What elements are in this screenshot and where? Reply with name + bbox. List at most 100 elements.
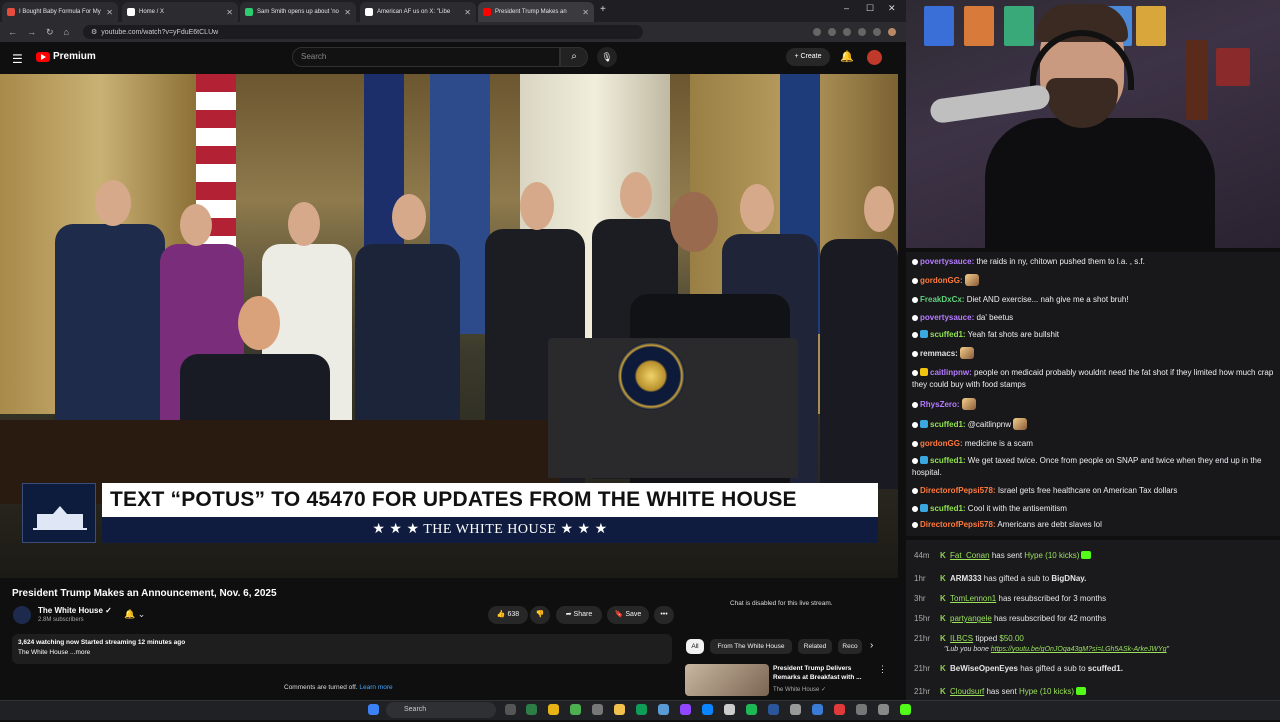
minimize-button[interactable]: – bbox=[844, 3, 849, 13]
chat-username[interactable]: gordonGG: bbox=[920, 439, 963, 448]
tab-close-icon[interactable]: ✕ bbox=[464, 8, 471, 17]
chat-username[interactable]: FreakDxCx: bbox=[920, 295, 964, 304]
taskbar-app-icon[interactable] bbox=[526, 704, 537, 715]
chat-username[interactable]: scuffed1: bbox=[930, 456, 966, 465]
browser-tab[interactable]: American AF us on X: "Libe ✕ bbox=[360, 2, 476, 22]
save-button[interactable]: 🔖 Save bbox=[607, 606, 649, 624]
edge-icon[interactable] bbox=[702, 704, 713, 715]
chat-username[interactable]: scuffed1: bbox=[930, 420, 966, 429]
chip-recommended[interactable]: Reco bbox=[838, 639, 862, 654]
event-username[interactable]: ILBCS bbox=[950, 634, 973, 643]
taskbar-app-icon[interactable] bbox=[834, 704, 845, 715]
taskbar-app-icon[interactable] bbox=[878, 704, 889, 715]
recommended-channel[interactable]: The White House ✓ bbox=[773, 686, 826, 693]
more-actions-button[interactable]: ••• bbox=[654, 606, 674, 624]
event-username[interactable]: partyangele bbox=[950, 614, 992, 623]
chat-username[interactable]: scuffed1: bbox=[930, 330, 966, 339]
taskbar-app-icon[interactable] bbox=[570, 704, 581, 715]
chat-username[interactable]: scuffed1: bbox=[930, 504, 966, 513]
emote-icon bbox=[1013, 418, 1028, 430]
event-username[interactable]: TomLennon1 bbox=[950, 594, 996, 603]
search-icon[interactable]: ⌕ bbox=[560, 47, 588, 67]
extension-icon[interactable] bbox=[843, 28, 851, 36]
event-recipient[interactable]: scuffed1. bbox=[1088, 664, 1123, 673]
chat-username[interactable]: caitlinpnw: bbox=[930, 368, 972, 377]
event-username[interactable]: ARM333 bbox=[950, 574, 982, 583]
start-icon[interactable] bbox=[368, 704, 379, 715]
notifications-bell-icon[interactable]: 🔔 bbox=[840, 50, 854, 63]
chat-username[interactable]: remmacs: bbox=[920, 349, 958, 358]
task-view-icon[interactable] bbox=[505, 704, 516, 715]
extension-icon[interactable] bbox=[858, 28, 866, 36]
search-input[interactable]: Search bbox=[292, 47, 560, 67]
chat-username[interactable]: RhysZero: bbox=[920, 400, 960, 409]
tab-close-icon[interactable]: ✕ bbox=[106, 8, 113, 17]
recommended-thumbnail[interactable] bbox=[685, 664, 769, 696]
chat-username[interactable]: povertysauce: bbox=[920, 257, 974, 266]
event-username[interactable]: Cloudsurf bbox=[950, 687, 984, 696]
chip-all[interactable]: All bbox=[686, 639, 704, 654]
file-explorer-icon[interactable] bbox=[614, 704, 625, 715]
url-field[interactable]: ⚙ youtube.com/watch?v=yFduE6tCLUw bbox=[82, 25, 643, 39]
youtube-premium-logo[interactable]: Premium bbox=[36, 51, 96, 62]
extension-icon[interactable] bbox=[813, 28, 821, 36]
account-avatar[interactable] bbox=[867, 50, 882, 65]
taskbar-app-icon[interactable] bbox=[856, 704, 867, 715]
taskbar-app-icon[interactable] bbox=[592, 704, 603, 715]
chat-username[interactable]: DirectorofPepsi578: bbox=[920, 520, 996, 529]
subscription-bell-icon[interactable]: 🔔 ⌄ bbox=[124, 609, 145, 620]
taskbar-app-icon[interactable] bbox=[680, 704, 691, 715]
extension-icon[interactable] bbox=[828, 28, 836, 36]
profile-icon[interactable] bbox=[888, 28, 896, 36]
like-button[interactable]: 👍 638 bbox=[488, 606, 528, 624]
close-window-button[interactable]: ✕ bbox=[888, 3, 896, 14]
forward-icon[interactable]: → bbox=[27, 27, 36, 38]
chip-from-channel[interactable]: From The White House bbox=[710, 639, 792, 654]
chat-username[interactable]: povertysauce: bbox=[920, 313, 974, 322]
description-box[interactable]: 3,624 watching now Started streaming 12 … bbox=[12, 634, 672, 664]
browser-tab[interactable]: Home / X ✕ bbox=[122, 2, 238, 22]
channel-avatar[interactable] bbox=[13, 606, 31, 624]
dislike-button[interactable]: 👎 bbox=[530, 606, 550, 624]
channel-name[interactable]: The White House ✓ bbox=[38, 606, 112, 615]
tip-message-link[interactable]: https://youtu.be/gOnJOqa43gM?si=LGh5ASk-… bbox=[991, 646, 1167, 653]
taskbar-search[interactable]: Search bbox=[386, 702, 496, 718]
taskbar-app-icon[interactable] bbox=[636, 704, 647, 715]
site-info-icon[interactable]: ⚙ bbox=[91, 28, 97, 36]
new-tab-button[interactable]: + bbox=[600, 4, 606, 15]
person-head bbox=[95, 180, 131, 226]
chips-next-icon[interactable]: › bbox=[870, 640, 873, 651]
recommended-menu-icon[interactable]: ⋮ bbox=[878, 664, 887, 675]
tab-close-icon[interactable]: ✕ bbox=[226, 8, 233, 17]
tab-close-icon[interactable]: ✕ bbox=[344, 8, 351, 17]
event-recipient[interactable]: BigDNay. bbox=[1051, 574, 1086, 583]
taskbar-app-icon[interactable] bbox=[812, 704, 823, 715]
recommended-title[interactable]: President Trump Delivers Remarks at Brea… bbox=[773, 664, 873, 682]
home-icon[interactable]: ⌂ bbox=[64, 27, 69, 38]
taskbar-app-icon[interactable] bbox=[724, 704, 735, 715]
create-button[interactable]: + Create bbox=[786, 48, 830, 66]
event-username[interactable]: BeWiseOpenEyes bbox=[950, 664, 1018, 673]
share-button[interactable]: ➦ Share bbox=[556, 606, 602, 624]
browser-tab[interactable]: I Bought Baby Formula For My ✕ bbox=[2, 2, 118, 22]
browser-tab[interactable]: Sam Smith opens up about 'no ✕ bbox=[240, 2, 356, 22]
microphone-icon[interactable]: 🎙 bbox=[597, 47, 617, 67]
event-username[interactable]: Fat_Conan bbox=[950, 551, 990, 560]
kick-icon[interactable] bbox=[900, 704, 911, 715]
chip-related[interactable]: Related bbox=[798, 639, 832, 654]
learn-more-link[interactable]: Learn more bbox=[359, 684, 392, 691]
chat-username[interactable]: DirectorofPepsi578: bbox=[920, 486, 996, 495]
hamburger-menu-icon[interactable]: ☰ bbox=[12, 52, 23, 66]
maximize-button[interactable]: ☐ bbox=[866, 3, 874, 14]
tab-close-icon[interactable]: ✕ bbox=[582, 8, 589, 17]
back-icon[interactable]: ← bbox=[8, 27, 17, 38]
taskbar-app-icon[interactable] bbox=[790, 704, 801, 715]
word-icon[interactable] bbox=[768, 704, 779, 715]
browser-tab[interactable]: President Trump Makes an ✕ bbox=[478, 2, 594, 22]
reload-icon[interactable]: ↻ bbox=[46, 27, 54, 38]
spotify-icon[interactable] bbox=[746, 704, 757, 715]
chrome-icon[interactable] bbox=[548, 704, 559, 715]
extension-icon[interactable] bbox=[873, 28, 881, 36]
chat-username[interactable]: gordonGG: bbox=[920, 276, 963, 285]
taskbar-app-icon[interactable] bbox=[658, 704, 669, 715]
